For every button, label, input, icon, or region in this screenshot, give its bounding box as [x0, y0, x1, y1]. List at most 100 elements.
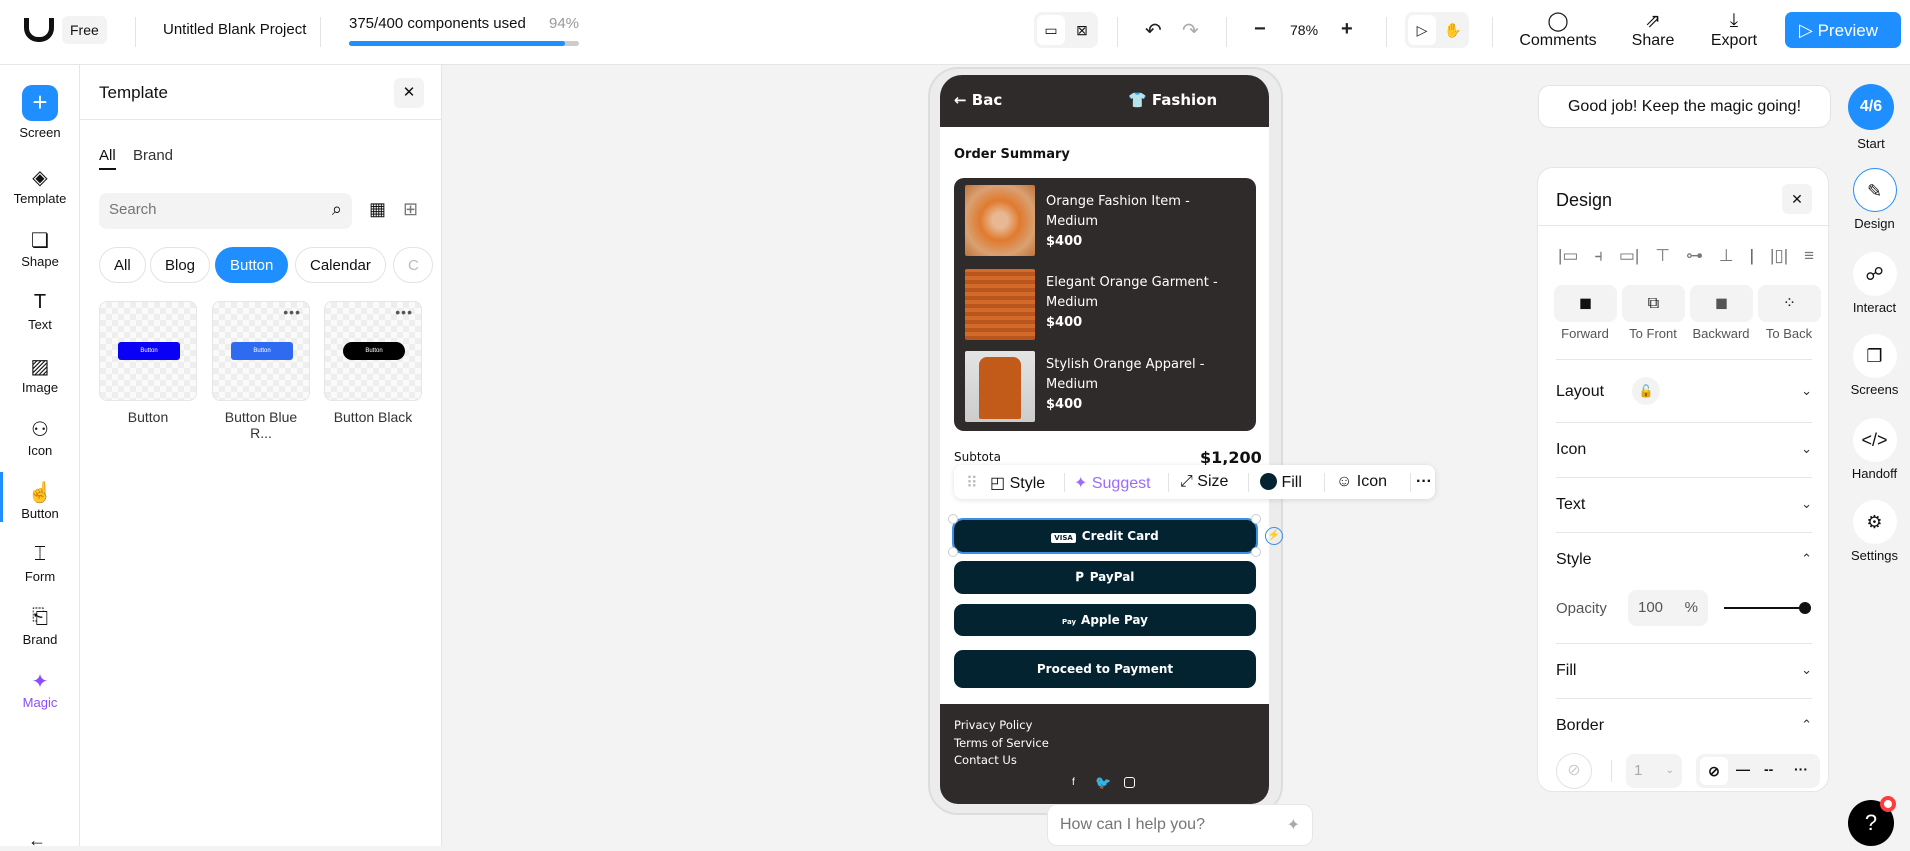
footer-link[interactable]: Privacy Policy	[954, 718, 1032, 732]
icon-button[interactable]: ☺ Icon	[1336, 473, 1387, 491]
dotted-border-icon[interactable]: ···	[1794, 761, 1808, 777]
more-icon[interactable]: ···	[1416, 473, 1432, 491]
search-field[interactable]: ⌕	[99, 193, 352, 229]
align-left-icon[interactable]: |▭	[1558, 246, 1578, 266]
size-button[interactable]: ⤢ Size	[1180, 473, 1228, 491]
lock-icon[interactable]: 🔓	[1632, 377, 1660, 405]
undo-icon[interactable]: ↶	[1145, 18, 1162, 43]
layout-section[interactable]: Layout 🔓 ⌄	[1556, 377, 1812, 405]
opacity-slider[interactable]	[1724, 607, 1804, 609]
forward-button[interactable]: ◼	[1554, 285, 1617, 322]
template-card[interactable]: ••• Button	[324, 301, 422, 401]
align-middle-icon[interactable]: ⊶	[1686, 246, 1703, 266]
progress-badge[interactable]: 4/6	[1848, 84, 1894, 130]
rail-brand[interactable]: ⎗ Brand	[0, 606, 80, 647]
close-icon[interactable]: ✕	[1782, 184, 1812, 214]
apple-pay-button[interactable]: Pay Apple Pay	[954, 604, 1256, 636]
code-view-icon[interactable]: ⊠	[1068, 15, 1096, 45]
resize-handle[interactable]	[948, 547, 958, 557]
proceed-button[interactable]: Proceed to Payment	[954, 650, 1256, 688]
lightning-icon[interactable]: ⚡	[1265, 527, 1283, 545]
dashed-border-icon[interactable]: --	[1764, 761, 1773, 777]
zoom-in-icon[interactable]: +	[1341, 18, 1353, 41]
align-top-icon[interactable]: ⊤	[1655, 246, 1670, 266]
border-color-swatch[interactable]: ⊘	[1556, 753, 1592, 789]
design-view-icon[interactable]: ▭	[1037, 15, 1065, 45]
grid-small-icon[interactable]: ⊞	[403, 199, 418, 220]
rail-text[interactable]: T Text	[0, 291, 80, 332]
credit-card-button[interactable]: VISA Credit Card	[952, 518, 1258, 554]
to-back-button[interactable]: ⁘	[1758, 285, 1821, 322]
resize-handle[interactable]	[948, 514, 958, 524]
rail-interact[interactable]: ☍ Interact	[1839, 252, 1910, 315]
tab-brand[interactable]: Brand	[133, 147, 173, 164]
style-button[interactable]: ◰ Style	[990, 473, 1045, 493]
to-front-button[interactable]: ⧉	[1622, 285, 1685, 322]
sparkle-icon[interactable]: ✦	[1287, 815, 1300, 835]
rail-shape[interactable]: ❏ Shape	[0, 228, 80, 269]
close-icon[interactable]: ✕	[394, 78, 424, 108]
search-input[interactable]	[109, 201, 309, 218]
suggest-button[interactable]: ✦ Suggest	[1074, 473, 1151, 493]
share-button[interactable]: ⇗ Share	[1625, 10, 1681, 50]
distribute-h-icon[interactable]: |▯|	[1770, 246, 1788, 266]
twitter-icon[interactable]: 🐦	[1095, 775, 1111, 791]
rail-magic[interactable]: ✦ Magic	[0, 669, 80, 710]
comments-button[interactable]: ◯ Comments	[1518, 10, 1598, 50]
facebook-icon[interactable]: f	[1072, 777, 1075, 788]
chip-calendar[interactable]: Calendar	[295, 247, 386, 283]
zoom-out-icon[interactable]: −	[1254, 18, 1266, 41]
preview-button[interactable]: ▷ Preview	[1785, 12, 1901, 48]
icon-section[interactable]: Icon ⌄	[1556, 441, 1812, 459]
rail-handoff[interactable]: </> Handoff	[1839, 418, 1910, 481]
chip-button[interactable]: Button	[215, 247, 289, 283]
solid-border-icon[interactable]: —	[1736, 761, 1750, 777]
resize-handle[interactable]	[1251, 547, 1261, 557]
align-center-icon[interactable]: ⫞	[1594, 246, 1603, 266]
rail-template[interactable]: ◈ Template	[0, 165, 80, 206]
rail-form[interactable]: ⌶ Form	[0, 543, 80, 584]
more-icon[interactable]: •••	[283, 304, 301, 320]
template-card[interactable]: Button	[99, 301, 197, 401]
border-width-select[interactable]: 1 ⌄	[1626, 754, 1682, 788]
no-border-icon[interactable]: ⊘	[1700, 757, 1728, 785]
pointer-icon[interactable]: ▷	[1408, 15, 1436, 45]
distribute-v-icon[interactable]: ≡	[1804, 246, 1814, 266]
rail-settings[interactable]: ⚙ Settings	[1839, 500, 1910, 563]
project-name[interactable]: Untitled Blank Project	[163, 21, 306, 38]
rail-screen[interactable]: + Screen	[0, 85, 80, 140]
zoom-level[interactable]: 78%	[1290, 22, 1318, 38]
footer-link[interactable]: Terms of Service	[954, 736, 1049, 750]
chip-blog[interactable]: Blog	[150, 247, 211, 283]
opacity-input[interactable]: 100%	[1628, 590, 1708, 626]
redo-icon[interactable]: ↷	[1182, 18, 1199, 43]
paypal-button[interactable]: 𝐏 PayPal	[954, 561, 1256, 594]
chat-input[interactable]	[1060, 816, 1270, 834]
logo[interactable]	[24, 18, 54, 42]
search-icon[interactable]: ⌕	[332, 199, 342, 220]
rail-button[interactable]: ☝ Button	[0, 480, 80, 521]
backward-button[interactable]: ◼	[1690, 285, 1753, 322]
grid-large-icon[interactable]: ▦	[369, 199, 386, 220]
footer-link[interactable]: Contact Us	[954, 753, 1017, 767]
back-link[interactable]: ← Bac	[954, 91, 1002, 109]
chip-all[interactable]: All	[99, 247, 146, 283]
align-right-icon[interactable]: ▭|	[1619, 246, 1639, 266]
instagram-icon[interactable]	[1124, 777, 1135, 788]
rail-icon[interactable]: ⚇ Icon	[0, 417, 80, 458]
align-bottom-icon[interactable]: ⊥	[1719, 246, 1734, 266]
rail-design[interactable]: ✎ Design	[1839, 168, 1910, 231]
template-card[interactable]: ••• Button	[212, 301, 310, 401]
tab-all[interactable]: All	[99, 147, 116, 170]
ai-chat-input[interactable]: ✦	[1047, 804, 1313, 846]
fill-button[interactable]: Fill	[1260, 473, 1302, 492]
style-section[interactable]: Style ⌃	[1556, 551, 1812, 569]
slider-thumb[interactable]	[1799, 602, 1811, 614]
hand-icon[interactable]: ✋	[1439, 15, 1467, 45]
drag-handle-icon[interactable]: ⠿	[966, 473, 978, 493]
collapse-icon[interactable]: ←	[28, 830, 46, 851]
resize-handle[interactable]	[1251, 514, 1261, 524]
rail-screens[interactable]: ❐ Screens	[1839, 334, 1910, 397]
rail-image[interactable]: ▨ Image	[0, 354, 80, 395]
text-section[interactable]: Text ⌄	[1556, 496, 1812, 514]
